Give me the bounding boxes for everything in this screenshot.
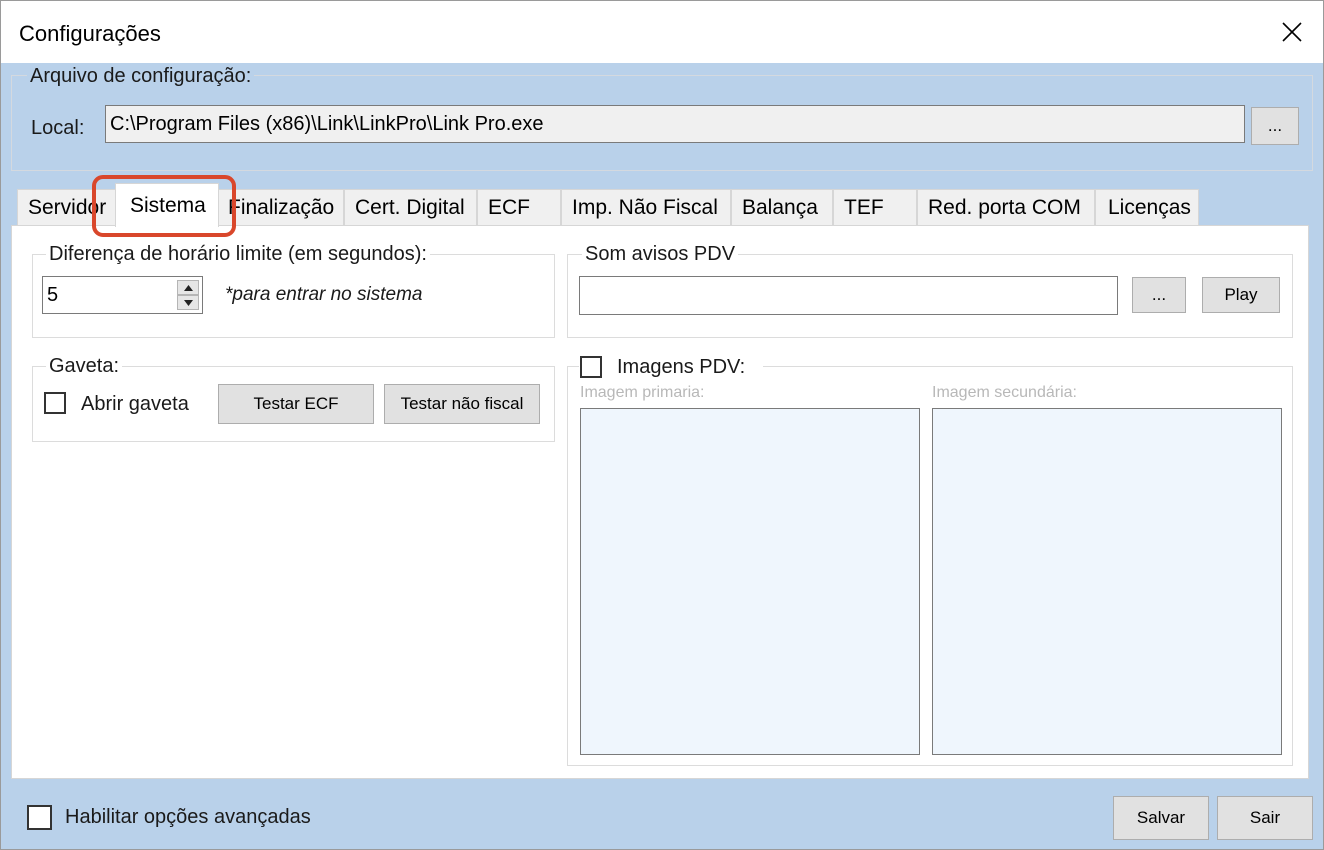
secondary-image-box[interactable] — [932, 408, 1282, 755]
time-diff-value: 5 — [47, 284, 59, 306]
tab-imp-nao-fiscal[interactable]: Imp. Não Fiscal — [561, 189, 731, 225]
tab-cert-digital[interactable]: Cert. Digital — [344, 189, 477, 225]
tab-tef[interactable]: TEF — [833, 189, 917, 225]
tab-finalizacao[interactable]: Finalização — [217, 189, 344, 225]
tab-ecf[interactable]: ECF — [477, 189, 561, 225]
config-browse-button[interactable]: ... — [1251, 107, 1299, 145]
test-ecf-button[interactable]: Testar ECF — [218, 384, 374, 424]
config-path-field[interactable]: C:\Program Files (x86)\Link\LinkPro\Link… — [105, 105, 1245, 143]
test-non-fiscal-button[interactable]: Testar não fiscal — [384, 384, 540, 424]
open-drawer-checkbox[interactable] — [44, 392, 66, 414]
sound-play-button[interactable]: Play — [1202, 277, 1280, 313]
exit-button[interactable]: Sair — [1217, 796, 1313, 840]
sistema-tab-panel: Diferença de horário limite (em segundos… — [11, 225, 1309, 779]
close-icon — [1282, 22, 1302, 42]
time-diff-stepper[interactable]: 5 — [42, 276, 203, 314]
tab-servidor[interactable]: Servidor — [17, 189, 117, 225]
advanced-options-label: Habilitar opções avançadas — [65, 806, 311, 828]
sound-browse-button[interactable]: ... — [1132, 277, 1186, 313]
local-label: Local: — [31, 117, 85, 139]
sound-path-field[interactable] — [579, 276, 1118, 315]
tab-red-porta-com[interactable]: Red. porta COM — [917, 189, 1095, 225]
tab-licencas[interactable]: Licenças — [1095, 189, 1199, 225]
time-diff-group-title: Diferença de horário limite (em segundos… — [46, 243, 430, 266]
settings-window: Configurações Arquivo de configuração: L… — [0, 0, 1324, 850]
tab-balanca[interactable]: Balança — [731, 189, 833, 225]
secondary-image-label: Imagem secundária: — [932, 384, 1077, 401]
images-pdv-checkbox[interactable] — [580, 356, 602, 378]
images-pdv-label: Imagens PDV: — [617, 356, 746, 378]
window-title: Configurações — [19, 21, 161, 46]
drawer-group-title: Gaveta: — [46, 355, 123, 378]
save-button[interactable]: Salvar — [1113, 796, 1209, 840]
time-diff-hint: *para entrar no sistema — [225, 284, 423, 305]
close-button[interactable] — [1261, 1, 1323, 63]
title-bar: Configurações — [1, 1, 1323, 63]
stepper-up-button[interactable] — [177, 280, 199, 295]
primary-image-label: Imagem primaria: — [580, 384, 705, 401]
tab-sistema[interactable]: Sistema — [115, 183, 219, 227]
chevron-down-icon — [183, 299, 193, 306]
advanced-options-checkbox[interactable] — [27, 805, 52, 830]
config-file-group-title: Arquivo de configuração: — [27, 65, 255, 88]
stepper-down-button[interactable] — [177, 295, 199, 310]
sound-group-title: Som avisos PDV — [582, 243, 739, 266]
chevron-up-icon — [183, 284, 193, 291]
images-group-title-wrap: Imagens PDV: — [579, 354, 763, 382]
primary-image-box[interactable] — [580, 408, 920, 755]
open-drawer-label: Abrir gaveta — [81, 393, 189, 415]
